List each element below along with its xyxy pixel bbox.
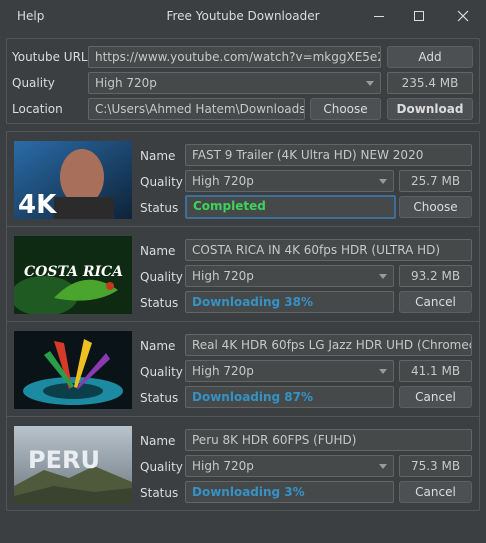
download-item: COSTA RICA Name COSTA RICA IN 4K 60fps H…	[7, 227, 479, 322]
quality-label: Quality	[12, 76, 55, 90]
name-label: Name	[140, 434, 176, 448]
download-item: Name Real 4K HDR 60fps LG Jazz HDR UHD (…	[7, 322, 479, 417]
size-display: 25.7 MB	[399, 170, 472, 192]
video-name-field: COSTA RICA IN 4K 60fps HDR (ULTRA HD)	[185, 239, 472, 261]
video-thumbnail: PERU	[14, 426, 132, 504]
quality-select-value: High 720p	[192, 459, 254, 473]
quality-select-value: High 720p	[95, 76, 157, 90]
name-label: Name	[140, 149, 176, 163]
video-thumbnail: 4K	[14, 141, 132, 219]
video-thumbnail	[14, 331, 132, 409]
status-label: Status	[140, 201, 179, 215]
quality-select[interactable]: High 720p	[185, 265, 394, 287]
quality-select[interactable]: High 720p	[185, 170, 394, 192]
quality-select[interactable]: High 720p	[185, 455, 394, 477]
status-label: Status	[140, 296, 179, 310]
size-display: 41.1 MB	[399, 360, 472, 382]
download-item: 4K Name FAST 9 Trailer (4K Ultra HD) NEW…	[7, 132, 479, 227]
quality-label: Quality	[140, 460, 183, 474]
video-thumbnail: COSTA RICA	[14, 236, 132, 314]
location-label: Location	[12, 102, 63, 116]
download-list: 4K Name FAST 9 Trailer (4K Ultra HD) NEW…	[6, 131, 480, 511]
quality-select[interactable]: High 720p	[185, 360, 394, 382]
chevron-down-icon	[379, 369, 387, 374]
chevron-down-icon	[366, 81, 374, 86]
close-button[interactable]	[448, 4, 478, 28]
status-field: Completed	[185, 195, 396, 219]
url-input[interactable]: https://www.youtube.com/watch?v=mkggXE5e…	[88, 46, 381, 68]
chevron-down-icon	[379, 464, 387, 469]
cancel-button[interactable]: Cancel	[399, 291, 472, 313]
video-name-field: Peru 8K HDR 60FPS (FUHD)	[185, 429, 472, 451]
status-field: Downloading 87%	[185, 386, 394, 408]
name-label: Name	[140, 244, 176, 258]
url-label: Youtube URL	[12, 50, 88, 64]
thumbnail-text: PERU	[28, 446, 100, 474]
download-item: PERU Name Peru 8K HDR 60FPS (FUHD) Quali…	[7, 417, 479, 510]
title-bar: Help Free Youtube Downloader	[0, 0, 486, 34]
cancel-button[interactable]: Cancel	[399, 386, 472, 408]
quality-label: Quality	[140, 365, 183, 379]
maximize-icon	[414, 11, 424, 21]
status-label: Status	[140, 486, 179, 500]
video-name-field: Real 4K HDR 60fps LG Jazz HDR UHD (Chrom…	[185, 334, 472, 356]
minimize-icon	[374, 15, 384, 17]
cancel-button[interactable]: Cancel	[399, 481, 472, 503]
quality-label: Quality	[140, 270, 183, 284]
size-display: 75.3 MB	[399, 455, 472, 477]
status-field: Downloading 38%	[185, 291, 394, 313]
minimize-button[interactable]	[364, 4, 394, 28]
status-label: Status	[140, 391, 179, 405]
size-display: 235.4 MB	[387, 72, 473, 94]
close-icon	[457, 10, 469, 22]
location-input[interactable]: C:\Users\Ahmed Hatem\Downloads\	[88, 98, 305, 120]
quality-select-value: High 720p	[192, 174, 254, 188]
status-value: Downloading 38%	[192, 295, 314, 309]
quality-select-value: High 720p	[192, 364, 254, 378]
chevron-down-icon	[379, 274, 387, 279]
name-label: Name	[140, 339, 176, 353]
quality-label: Quality	[140, 175, 183, 189]
video-name-field: FAST 9 Trailer (4K Ultra HD) NEW 2020	[185, 144, 472, 166]
chevron-down-icon	[379, 179, 387, 184]
size-display: 93.2 MB	[399, 265, 472, 287]
add-button[interactable]: Add	[387, 46, 473, 68]
thumbnail-text: 4K	[18, 190, 57, 219]
status-value: Downloading 3%	[192, 485, 305, 499]
status-value: Downloading 87%	[192, 390, 314, 404]
status-bar	[0, 521, 486, 543]
choose-location-button[interactable]: Choose	[310, 98, 381, 120]
choose-button[interactable]: Choose	[399, 196, 472, 218]
maximize-button[interactable]	[404, 4, 434, 28]
download-button[interactable]: Download	[387, 98, 473, 120]
status-field: Downloading 3%	[185, 481, 394, 503]
status-value: Completed	[193, 199, 266, 213]
quality-select[interactable]: High 720p	[88, 72, 381, 94]
add-video-panel: Youtube URL https://www.youtube.com/watc…	[6, 38, 480, 124]
quality-select-value: High 720p	[192, 269, 254, 283]
thumbnail-text: COSTA RICA	[24, 264, 123, 280]
